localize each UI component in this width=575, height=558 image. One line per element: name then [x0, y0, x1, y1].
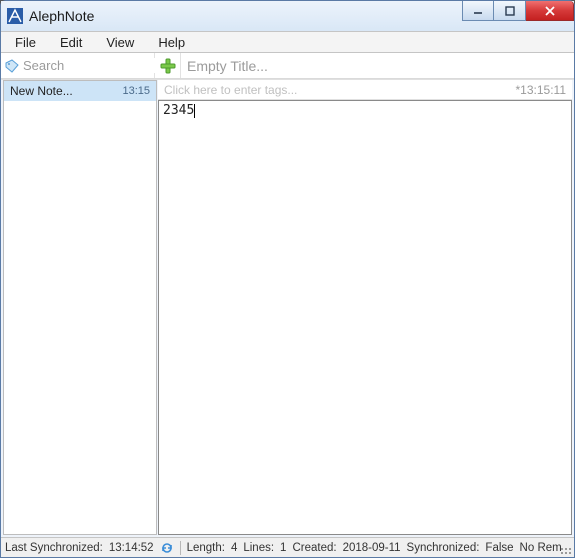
note-editor[interactable]: 2345	[158, 100, 572, 535]
window-buttons	[462, 1, 574, 21]
status-length-value: 4	[231, 542, 237, 554]
status-remote: No Rem	[520, 542, 562, 554]
status-last-sync-label: Last Synchronized:	[5, 542, 103, 554]
modified-time: *13:15:11	[516, 83, 567, 97]
note-item-label: New Note...	[10, 84, 73, 98]
editor-column: Click here to enter tags... *13:15:11 23…	[158, 80, 572, 535]
status-length-label: Length:	[187, 542, 225, 554]
tags-bar[interactable]: Click here to enter tags... *13:15:11	[158, 80, 572, 100]
minimize-button[interactable]	[462, 1, 494, 21]
close-button[interactable]	[526, 1, 574, 21]
status-lines-value: 1	[280, 542, 286, 554]
note-item-time: 13:15	[122, 85, 150, 97]
menu-file[interactable]: File	[5, 33, 46, 52]
maximize-button[interactable]	[494, 1, 526, 21]
status-created-value: 2018-09-11	[343, 542, 401, 554]
tag-icon	[5, 59, 19, 73]
text-caret	[194, 104, 195, 118]
tags-placeholder: Click here to enter tags...	[164, 83, 297, 97]
note-list-item[interactable]: New Note... 13:15	[4, 81, 156, 101]
main-area: New Note... 13:15 Click here to enter ta…	[1, 79, 574, 537]
resize-grip[interactable]	[560, 543, 572, 555]
app-window: AlephNote File Edit View Help	[0, 0, 575, 558]
menubar: File Edit View Help	[1, 31, 574, 53]
status-separator	[180, 541, 181, 555]
menu-view[interactable]: View	[96, 33, 144, 52]
titlebar[interactable]: AlephNote	[1, 1, 574, 31]
menu-help[interactable]: Help	[148, 33, 195, 52]
note-list[interactable]: New Note... 13:15	[3, 80, 157, 535]
status-synced-label: Synchronized:	[407, 542, 480, 554]
editor-content: 2345	[163, 103, 194, 118]
status-bar: Last Synchronized: 13:14:52 Length: 4 Li…	[1, 537, 574, 557]
status-right: Length: 4 Lines: 1 Created: 2018-09-11 S…	[187, 542, 570, 554]
status-created-label: Created:	[292, 542, 336, 554]
app-icon	[7, 8, 23, 24]
status-lines-label: Lines:	[243, 542, 274, 554]
status-synced-value: False	[485, 542, 513, 554]
toolbar	[1, 53, 574, 79]
sync-icon[interactable]	[160, 541, 174, 555]
add-icon	[159, 57, 177, 75]
add-note-button[interactable]	[155, 53, 181, 78]
search-wrap	[1, 53, 155, 78]
title-area	[181, 53, 574, 78]
menu-edit[interactable]: Edit	[50, 33, 92, 52]
status-last-sync-value: 13:14:52	[109, 542, 154, 554]
window-title: AlephNote	[29, 8, 94, 24]
note-title-input[interactable]	[187, 58, 568, 74]
